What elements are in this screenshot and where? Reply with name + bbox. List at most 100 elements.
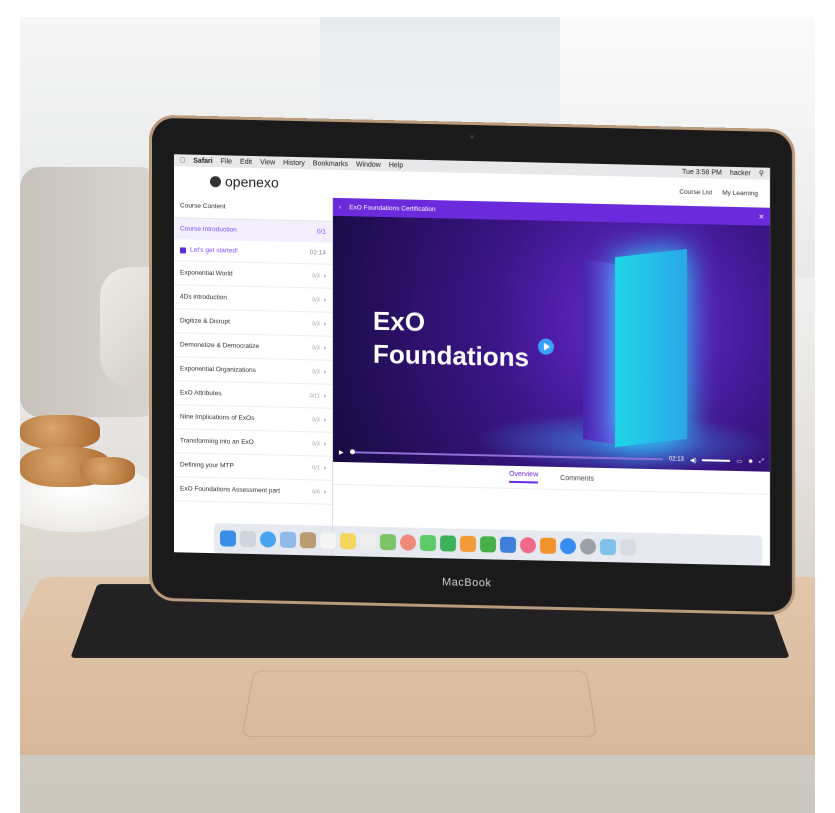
finder-icon[interactable] xyxy=(220,530,236,547)
sidebar-item[interactable]: 4Ds introduction 0/3 › xyxy=(174,285,332,313)
messages-icon[interactable] xyxy=(420,534,436,552)
progress-track[interactable] xyxy=(349,449,663,461)
close-icon[interactable]: × xyxy=(759,212,764,222)
item-label: 4Ds introduction xyxy=(180,293,227,302)
music-icon[interactable] xyxy=(520,537,536,554)
chevron-right-icon: › xyxy=(323,464,326,472)
safari-icon[interactable] xyxy=(260,531,276,548)
course-sidebar: Course Content Course Introduction 0/1 L… xyxy=(174,194,333,556)
nav-my-learning[interactable]: My Learning xyxy=(722,189,758,197)
chevron-right-icon: › xyxy=(323,320,326,328)
fullscreen-icon[interactable]: ⤢ xyxy=(759,458,764,465)
reminders-icon[interactable] xyxy=(360,533,376,550)
item-label: Digitize & Disrupt xyxy=(180,317,230,326)
back-icon[interactable]: ‹ xyxy=(339,203,341,210)
screen:  Safari File Edit View History Bookmark… xyxy=(174,154,770,566)
item-count: 0/3 xyxy=(312,296,320,304)
chevron-right-icon: › xyxy=(323,440,326,448)
item-count: 0/3 xyxy=(312,440,320,448)
menu-app[interactable]: Safari xyxy=(193,157,212,164)
item-count: 0/11 xyxy=(309,392,320,400)
chevron-right-icon: › xyxy=(323,344,326,352)
sidebar-title: Course Content xyxy=(174,194,332,222)
menu-bookmarks[interactable]: Bookmarks xyxy=(313,160,348,168)
appstore-icon[interactable] xyxy=(560,537,576,555)
search-icon[interactable]: ⚲ xyxy=(759,170,764,178)
chevron-right-icon: › xyxy=(323,296,326,304)
item-count: 0/1 xyxy=(312,464,320,472)
sidebar-item[interactable]: Defining your MTP 0/1 › xyxy=(174,453,332,481)
notes-icon[interactable] xyxy=(340,533,356,550)
background-photo: MacBook  Safari File Edit View History … xyxy=(20,17,815,813)
item-label: Exponential Organizations xyxy=(180,365,256,375)
door-frame-graphic xyxy=(583,258,619,445)
apple-icon[interactable]:  xyxy=(180,157,185,164)
lesson-duration: 02:14 xyxy=(309,249,326,257)
play-icon xyxy=(180,246,186,254)
menu-history[interactable]: History xyxy=(283,159,305,166)
downloads-icon[interactable] xyxy=(600,538,616,556)
play-icon[interactable]: ▶ xyxy=(339,448,344,455)
captions-icon[interactable]: ▭ xyxy=(736,458,742,465)
item-label: Demonetize & Democratize xyxy=(180,341,260,351)
sidebar-item[interactable]: Demonetize & Democratize 0/3 › xyxy=(174,333,332,361)
facetime-icon[interactable] xyxy=(440,535,456,552)
item-label: Defining your MTP xyxy=(180,461,234,470)
chevron-right-icon: › xyxy=(323,416,326,424)
calendar-icon[interactable] xyxy=(320,532,336,549)
play-button-icon[interactable] xyxy=(538,338,554,355)
video-time: 02:13 xyxy=(668,456,684,463)
sidebar-item[interactable]: ExO Attributes 0/11 › xyxy=(174,381,332,409)
sidebar-item[interactable]: Nine Implications of ExOs 0/3 › xyxy=(174,405,332,433)
macbook-label: MacBook xyxy=(442,576,492,590)
section-label: Course Introduction xyxy=(180,225,237,234)
menu-file[interactable]: File xyxy=(221,158,232,165)
tab-overview[interactable]: Overview xyxy=(508,470,539,484)
door-graphic xyxy=(615,248,687,448)
maps-icon[interactable] xyxy=(380,533,396,551)
sidebar-item[interactable]: Exponential World 0/3 › xyxy=(174,261,332,289)
volume-icon[interactable]: ◀) xyxy=(690,456,697,463)
menu-window[interactable]: Window xyxy=(356,161,381,169)
pastry xyxy=(80,457,135,485)
video-header-title: ExO Foundations Certification xyxy=(349,203,436,213)
books-icon[interactable] xyxy=(540,537,556,554)
system-preferences-icon[interactable] xyxy=(580,538,596,555)
sidebar-item[interactable]: Exponential Organizations 0/3 › xyxy=(174,357,332,385)
trackpad xyxy=(241,670,598,737)
item-label: ExO Foundations Assessment part xyxy=(180,485,281,495)
sidebar-item[interactable]: ExO Foundations Assessment part 0/9 › xyxy=(174,477,332,505)
chevron-right-icon: › xyxy=(323,392,326,400)
clock[interactable]: Tue 3:58 PM xyxy=(682,168,722,176)
trash-icon[interactable] xyxy=(620,539,636,556)
numbers-icon[interactable] xyxy=(480,536,496,553)
sidebar-item[interactable]: Digitize & Disrupt 0/3 › xyxy=(174,309,332,337)
item-label: Exponential World xyxy=(180,269,233,278)
item-count: 0/3 xyxy=(312,416,320,424)
chevron-right-icon: › xyxy=(323,368,326,376)
volume-slider[interactable] xyxy=(702,459,731,462)
menu-edit[interactable]: Edit xyxy=(240,158,252,165)
photos-icon[interactable] xyxy=(400,534,416,551)
launchpad-icon[interactable] xyxy=(240,530,256,548)
progress-knob[interactable] xyxy=(349,449,355,455)
chevron-right-icon: › xyxy=(323,488,326,496)
settings-gear-icon[interactable]: ✹ xyxy=(748,458,753,465)
video-title-line1: ExO xyxy=(373,305,426,337)
video-player[interactable]: ExO Foundations ▶ 02:13 ◀) ▭ ✹ ⤢ xyxy=(333,215,770,472)
mail-icon[interactable] xyxy=(280,531,296,549)
item-count: 0/3 xyxy=(312,368,320,376)
tab-comments[interactable]: Comments xyxy=(560,475,594,483)
keynote-icon[interactable] xyxy=(500,536,516,553)
menu-help[interactable]: Help xyxy=(389,162,403,169)
pages-icon[interactable] xyxy=(460,535,476,553)
lesson-label: Let's get started! xyxy=(190,246,238,255)
user-name[interactable]: hacker xyxy=(730,169,751,176)
nav-course-list[interactable]: Course List xyxy=(679,188,712,196)
menu-view[interactable]: View xyxy=(260,159,275,166)
item-label: Transforming into an ExO xyxy=(180,437,254,447)
contacts-icon[interactable] xyxy=(300,532,316,549)
pastry xyxy=(20,415,100,449)
logo[interactable]: openexo xyxy=(210,173,279,191)
sidebar-item[interactable]: Transforming into an ExO 0/3 › xyxy=(174,429,332,457)
